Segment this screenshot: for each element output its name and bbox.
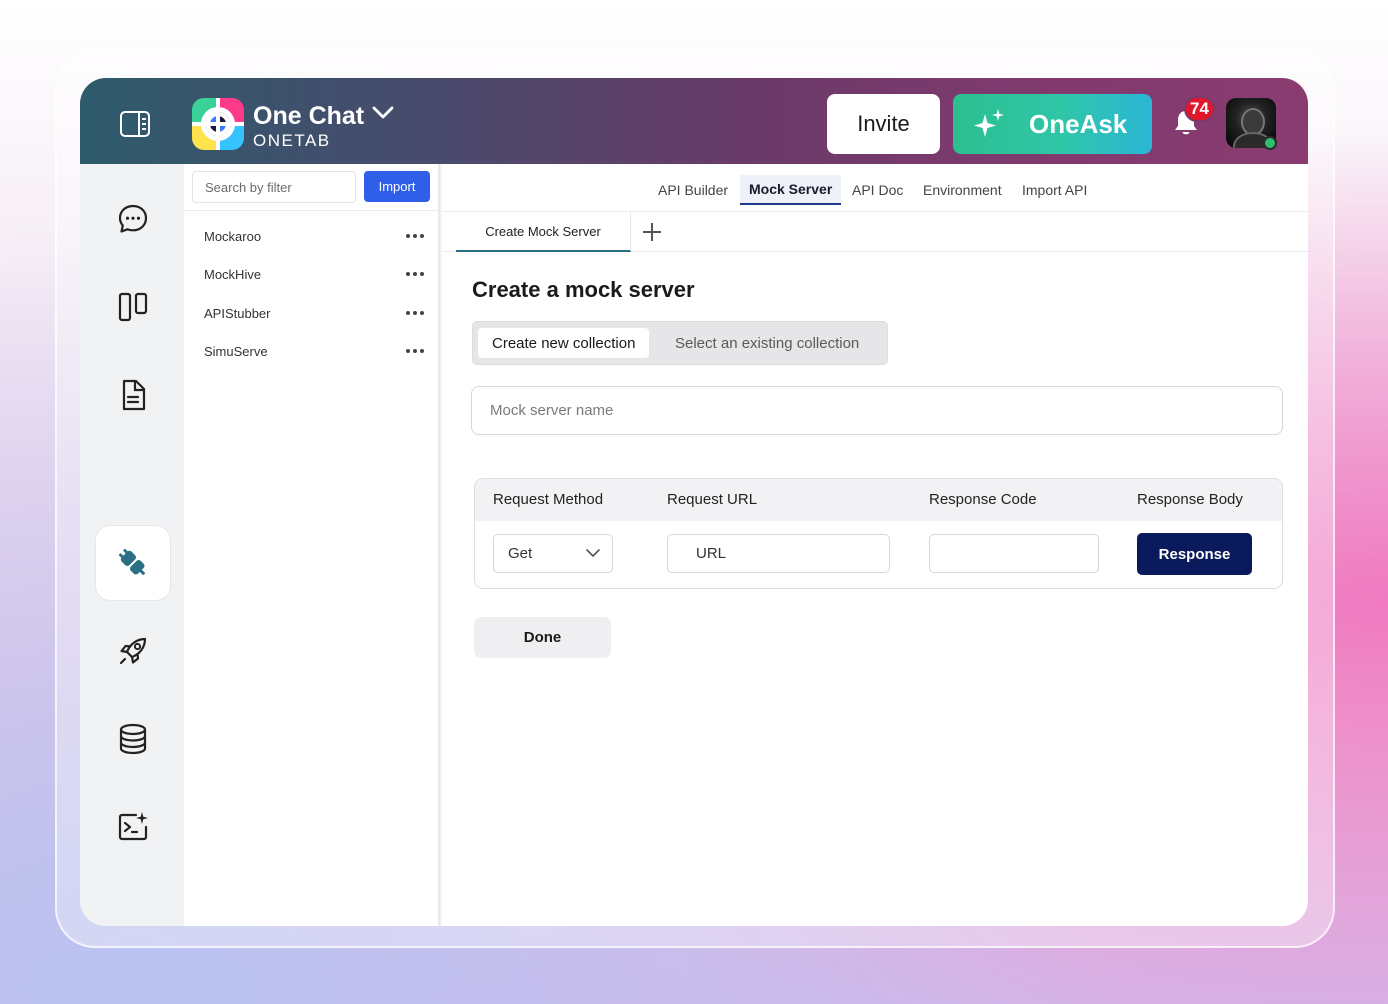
app-window: One Chat ONETAB Invite OneAsk 74 Search … xyxy=(80,78,1308,926)
list-item[interactable]: MockHive xyxy=(204,262,424,286)
notification-count-badge: 74 xyxy=(1184,96,1215,122)
tab-create-mock-server[interactable]: Create Mock Server xyxy=(456,212,631,252)
option-create-new-collection[interactable]: Create new collection xyxy=(478,328,650,358)
terminal-sparkle-icon xyxy=(118,812,148,841)
tab-mock-server[interactable]: Mock Server xyxy=(740,175,842,205)
more-options-icon[interactable] xyxy=(406,272,424,276)
list-item[interactable]: APIStubber xyxy=(204,301,424,325)
page-title: Create a mock server xyxy=(472,277,695,302)
request-table: Request Method Request URL Response Code… xyxy=(474,478,1283,589)
plug-icon xyxy=(118,548,145,575)
list-item[interactable]: SimuServe xyxy=(204,339,424,363)
sidebar-item-database[interactable] xyxy=(96,702,170,776)
sidebar-item-deploy[interactable] xyxy=(96,614,170,688)
chevron-down-icon[interactable] xyxy=(372,105,394,121)
more-options-icon[interactable] xyxy=(406,311,424,315)
main-content: API Builder Mock Server API Doc Environm… xyxy=(442,164,1308,926)
request-method-value: Get xyxy=(508,545,533,562)
online-status-dot xyxy=(1263,136,1277,150)
list-item-label: Mockaroo xyxy=(204,228,262,244)
list-item-label: MockHive xyxy=(204,266,262,282)
column-header-request-url: Request URL xyxy=(667,491,758,508)
tab-api-doc[interactable]: API Doc xyxy=(843,175,912,205)
oneask-button[interactable]: OneAsk xyxy=(953,94,1152,154)
sparkle-icon xyxy=(974,109,1004,137)
document-icon xyxy=(122,379,146,411)
icon-sidebar xyxy=(80,164,184,926)
search-filter-input[interactable] xyxy=(192,171,356,203)
sidebar-item-ai-terminal[interactable] xyxy=(96,790,170,864)
list-item-label: APIStubber xyxy=(204,305,271,321)
response-code-input[interactable] xyxy=(929,534,1099,573)
chat-bubble-icon xyxy=(118,204,148,233)
app-subtitle: ONETAB xyxy=(253,131,331,150)
chevron-down-icon xyxy=(586,549,600,557)
app-logo-icon xyxy=(192,98,244,150)
sub-tab-bar: Create Mock Server xyxy=(442,212,1308,252)
top-tab-bar: API Builder Mock Server API Doc Environm… xyxy=(442,164,1308,212)
table-header: Request Method Request URL Response Code… xyxy=(475,479,1282,521)
list-item-label: SimuServe xyxy=(204,343,268,359)
list-item[interactable]: Mockaroo xyxy=(204,224,424,248)
columns-icon xyxy=(118,292,148,322)
sidebar-item-chat[interactable] xyxy=(96,182,170,256)
column-header-response-code: Response Code xyxy=(929,491,1037,508)
header-bar: One Chat ONETAB Invite OneAsk 74 xyxy=(80,78,1308,164)
more-options-icon[interactable] xyxy=(406,349,424,353)
collection-segmented-control: Create new collection Select an existing… xyxy=(472,321,888,365)
invite-button[interactable]: Invite xyxy=(827,94,940,154)
sidebar-item-api[interactable] xyxy=(96,526,170,600)
column-header-response-body: Response Body xyxy=(1137,491,1243,508)
add-tab-plus-icon[interactable] xyxy=(642,222,662,242)
collections-panel: Import Mockaroo MockHive APIStubber Simu… xyxy=(184,164,440,926)
request-url-input[interactable] xyxy=(667,534,890,573)
import-button[interactable]: Import xyxy=(364,171,430,202)
app-name[interactable]: One Chat xyxy=(253,102,364,131)
done-button[interactable]: Done xyxy=(474,617,611,658)
oneask-label: OneAsk xyxy=(1029,108,1128,139)
tab-environment[interactable]: Environment xyxy=(914,175,1011,205)
rocket-icon xyxy=(119,637,147,665)
database-icon xyxy=(119,723,147,755)
divider xyxy=(184,210,438,211)
sidebar-item-boards[interactable] xyxy=(96,270,170,344)
column-header-request-method: Request Method xyxy=(493,491,604,508)
request-method-select[interactable]: Get xyxy=(493,534,613,573)
sidebar-item-settings[interactable] xyxy=(96,910,170,926)
option-select-existing-collection[interactable]: Select an existing collection xyxy=(661,328,873,358)
more-options-icon[interactable] xyxy=(406,234,424,238)
sidebar-item-documents[interactable] xyxy=(96,358,170,432)
tab-api-builder[interactable]: API Builder xyxy=(649,175,737,205)
mock-server-name-input[interactable] xyxy=(471,386,1283,435)
tab-import-api[interactable]: Import API xyxy=(1013,175,1096,205)
response-body-button[interactable]: Response xyxy=(1137,533,1252,575)
panel-toggle-icon[interactable] xyxy=(120,111,150,137)
